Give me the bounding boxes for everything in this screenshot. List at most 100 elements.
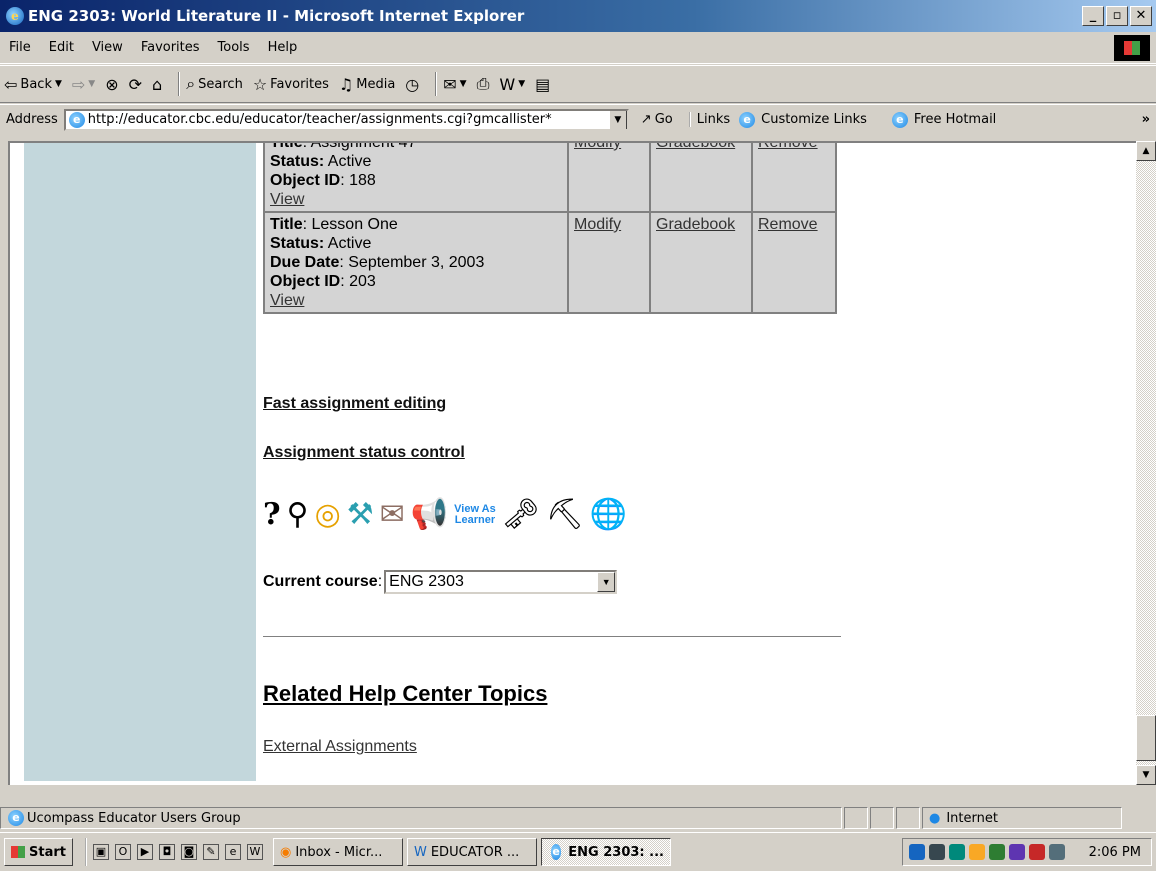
menu-view[interactable]: View	[83, 40, 132, 55]
view-as-learner-icon[interactable]: View As Learner	[454, 504, 496, 526]
chevron-down-icon: ▼	[518, 79, 526, 89]
title-bar: e ENG 2303: World Literature II - Micros…	[0, 0, 1156, 32]
address-input[interactable]: e http://educator.cbc.edu/educator/teach…	[63, 108, 629, 131]
refresh-button[interactable]: ⟳	[129, 75, 142, 94]
menu-help[interactable]: Help	[259, 40, 307, 55]
internet-globe-icon: ●	[929, 810, 941, 826]
media-player-icon[interactable]: ▶	[136, 844, 153, 860]
customize-links-link[interactable]: e Customize Links	[736, 111, 867, 128]
tray-icon[interactable]	[928, 844, 945, 860]
forward-arrow-icon: ⇨	[71, 74, 86, 94]
view-link[interactable]: View	[270, 292, 304, 309]
go-button[interactable]: ↗ Go	[641, 112, 673, 127]
toolbar-separator	[435, 72, 438, 96]
tray-icon[interactable]	[1048, 844, 1065, 860]
word-icon[interactable]: W	[246, 844, 263, 860]
outlook-icon[interactable]: O	[114, 844, 131, 860]
favorites-button[interactable]: ☆ Favorites	[253, 75, 329, 94]
word-icon: W	[499, 74, 516, 94]
vertical-scrollbar[interactable]: ▲ ▼	[1136, 141, 1156, 785]
forward-button[interactable]: ⇨ ▼	[72, 75, 95, 94]
menu-tools[interactable]: Tools	[209, 40, 259, 55]
assignment-status: Active	[327, 235, 372, 252]
search-button[interactable]: ⌕ Search	[186, 74, 243, 94]
menu-edit[interactable]: Edit	[40, 40, 83, 55]
scroll-thumb[interactable]	[1136, 715, 1156, 761]
key-icon[interactable]: 🗝	[502, 495, 540, 535]
home-button[interactable]: ⌂	[152, 75, 162, 94]
scroll-down-icon[interactable]: ▼	[1136, 765, 1156, 785]
megaphone-icon[interactable]: 📢	[411, 495, 448, 535]
star-icon: ☆	[252, 74, 268, 94]
address-dropdown-button[interactable]: ▼	[608, 110, 627, 129]
taskbar-eng2303[interactable]: e ENG 2303: ...	[540, 838, 671, 866]
compass-icon[interactable]: ◎	[315, 495, 341, 535]
globe-icon[interactable]: 🌐	[590, 495, 627, 535]
print-button[interactable]: ⎙	[477, 74, 490, 94]
modify-link[interactable]: Modify	[574, 216, 621, 233]
assignment-title: Lesson One	[311, 216, 398, 233]
fast-assignment-editing-link[interactable]: Fast assignment editing	[263, 395, 446, 413]
start-button[interactable]: Start	[4, 838, 73, 866]
tray-icon[interactable]	[1008, 844, 1025, 860]
tray-icon[interactable]	[1028, 844, 1045, 860]
toolbox-icon[interactable]: ⚒	[347, 495, 374, 535]
menu-favorites[interactable]: Favorites	[132, 40, 209, 55]
envelope-icon[interactable]: ✉	[380, 495, 405, 535]
address-label: Address	[6, 112, 58, 127]
gradebook-link[interactable]: Gradebook	[656, 143, 735, 151]
help-icon[interactable]: ?	[263, 495, 281, 535]
scroll-up-icon[interactable]: ▲	[1136, 141, 1156, 161]
magnifier-icon[interactable]: ⚲	[287, 495, 309, 535]
free-hotmail-link[interactable]: e Free Hotmail	[889, 111, 996, 128]
remove-link[interactable]: Remove	[758, 216, 818, 233]
minimize-button[interactable]: _	[1082, 6, 1104, 26]
view-link[interactable]: View	[270, 191, 304, 208]
pen-icon[interactable]: ✎	[202, 844, 219, 860]
security-zone: ● Internet	[922, 807, 1122, 829]
desktop-icon[interactable]: ▣	[92, 844, 109, 860]
current-course-value: ENG 2303	[389, 573, 464, 590]
app-icon[interactable]: ◙	[180, 844, 197, 860]
status-label: Status:	[270, 153, 325, 170]
external-assignments-link[interactable]: External Assignments	[263, 738, 417, 756]
modify-link[interactable]: Modify	[574, 143, 621, 151]
taskbar-inbox[interactable]: ◉ Inbox - Micr...	[272, 838, 403, 866]
wheelbarrow-icon[interactable]: ⛏	[546, 495, 584, 535]
status-cell	[896, 807, 920, 829]
edit-button[interactable]: W ▼	[499, 75, 525, 94]
remove-link[interactable]: Remove	[758, 143, 818, 151]
mail-button[interactable]: ✉ ▼	[443, 75, 466, 94]
history-button[interactable]: ◷	[405, 75, 419, 94]
assignment-status: Active	[327, 153, 372, 170]
window-title: ENG 2303: World Literature II - Microsof…	[28, 7, 525, 25]
media-button[interactable]: ♫ Media	[339, 75, 395, 94]
current-course-select[interactable]: ENG 2303 ▼	[384, 570, 618, 594]
ie-icon[interactable]: e	[224, 844, 241, 860]
tray-icon[interactable]	[948, 844, 965, 860]
back-button[interactable]: ⇦ Back ▼	[4, 75, 62, 94]
go-arrow-icon: ↗	[640, 112, 652, 127]
gradebook-cell: Gradebook	[651, 213, 751, 312]
chevron-right-icon[interactable]: »	[1142, 112, 1150, 127]
maximize-button[interactable]: ▫	[1106, 6, 1128, 26]
assignment-status-control-link[interactable]: Assignment status control	[263, 444, 465, 462]
tray-icon[interactable]	[988, 844, 1005, 860]
stop-button[interactable]: ⊗	[105, 75, 118, 94]
ie-page-icon: e	[891, 111, 908, 128]
standard-toolbar: ⇦ Back ▼ ⇨ ▼ ⊗ ⟳ ⌂ ⌕ Search ☆ Favorites …	[0, 65, 1156, 103]
close-button[interactable]: ✕	[1130, 6, 1152, 26]
gradebook-link[interactable]: Gradebook	[656, 216, 735, 233]
tray-icon[interactable]	[968, 844, 985, 860]
chevron-down-icon[interactable]: ▼	[597, 572, 616, 592]
windows-logo-icon	[1114, 35, 1150, 61]
discuss-button[interactable]: ▤	[535, 75, 550, 94]
app-icon[interactable]: ◘	[158, 844, 175, 860]
assignment-info-cell: Title: Lesson One Status: Active Due Dat…	[265, 213, 567, 312]
taskbar-educator[interactable]: W EDUCATOR ...	[406, 838, 537, 866]
tray-icon[interactable]	[908, 844, 925, 860]
menu-bar: File Edit View Favorites Tools Help	[0, 32, 1156, 64]
print-icon: ⎙	[476, 74, 490, 93]
menu-file[interactable]: File	[0, 40, 40, 55]
assignment-info-cell: Title: Assignment 47 Status: Active Obje…	[265, 143, 567, 211]
